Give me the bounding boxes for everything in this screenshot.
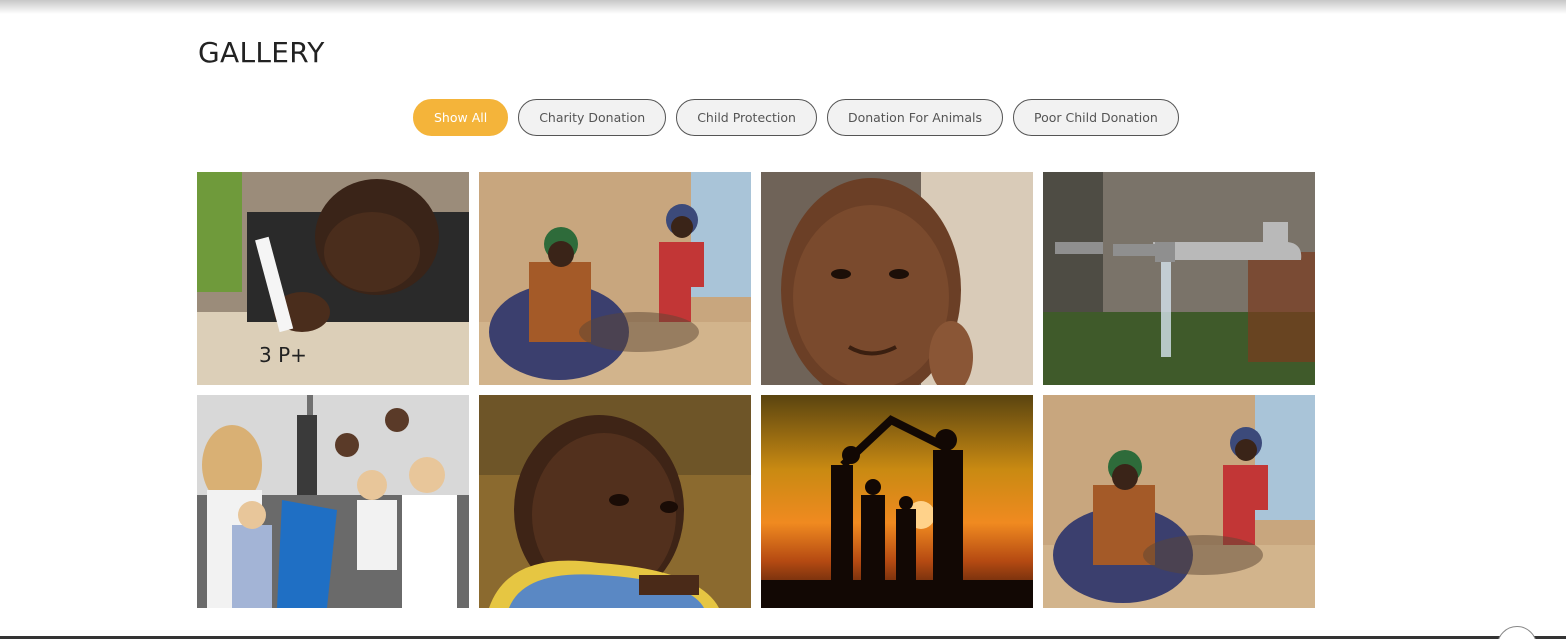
filter-show-all-button[interactable]: Show All (413, 99, 509, 136)
gallery-image (761, 395, 1033, 608)
page-title: GALLERY (198, 36, 325, 69)
gallery-item[interactable] (1043, 172, 1315, 385)
gallery-image (197, 395, 469, 608)
gallery-image: 3 P+ (197, 172, 469, 385)
gallery-grid: 3 P+ (197, 172, 1315, 608)
gallery-image (1043, 172, 1315, 385)
gallery-item[interactable] (761, 172, 1033, 385)
filter-donation-for-animals-button[interactable]: Donation For Animals (826, 99, 1003, 136)
gallery-item[interactable] (1043, 395, 1315, 608)
gallery-image (1043, 395, 1315, 608)
filter-poor-child-donation-button[interactable]: Poor Child Donation (1013, 99, 1179, 136)
gallery-filter-bar: Show All Charity Donation Child Protecti… (413, 99, 1179, 136)
gallery-item[interactable] (479, 395, 751, 608)
svg-text:3 P+: 3 P+ (259, 343, 307, 367)
gallery-item[interactable] (479, 172, 751, 385)
header-shadow (0, 0, 1566, 14)
gallery-image (761, 172, 1033, 385)
filter-child-protection-button[interactable]: Child Protection (676, 99, 817, 136)
gallery-item[interactable] (761, 395, 1033, 608)
gallery-item[interactable]: 3 P+ (197, 172, 469, 385)
filter-charity-donation-button[interactable]: Charity Donation (518, 99, 667, 136)
scroll-to-top-button[interactable] (1497, 626, 1537, 639)
gallery-item[interactable] (197, 395, 469, 608)
gallery-image (479, 172, 751, 385)
gallery-image (479, 395, 751, 608)
